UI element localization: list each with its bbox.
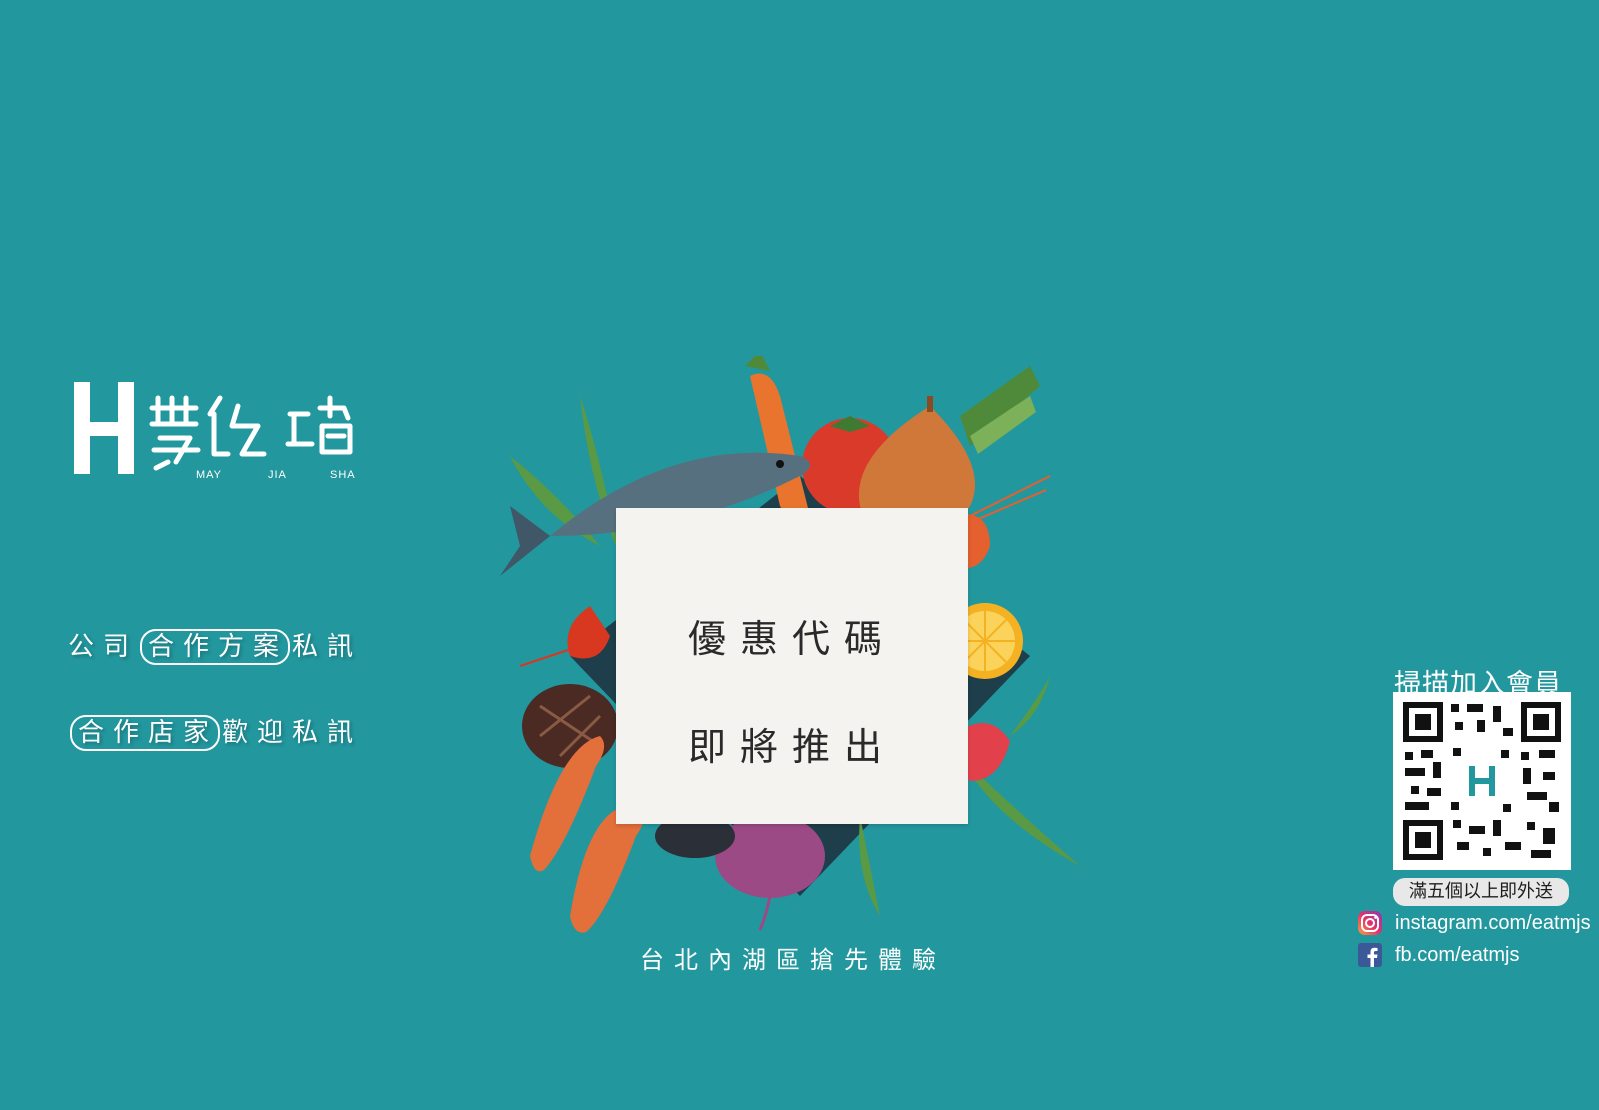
logo-roman-jia: JIA bbox=[268, 469, 287, 481]
promo-boxed-label: 合作方案 bbox=[140, 629, 291, 665]
promo-boxed-label: 合作店家 bbox=[70, 715, 221, 751]
qr-delivery-note: 滿五個以上即外送 bbox=[1393, 878, 1569, 906]
instagram-link[interactable]: instagram.com/eatmjs bbox=[1357, 910, 1591, 936]
qr-code[interactable] bbox=[1393, 692, 1571, 870]
facebook-link[interactable]: fb.com/eatmjs bbox=[1357, 942, 1519, 968]
bread-icon bbox=[522, 684, 618, 768]
logo-roman-may: MAY bbox=[196, 469, 222, 481]
instagram-url: instagram.com/eatmjs bbox=[1395, 911, 1591, 934]
instagram-icon bbox=[1358, 911, 1382, 935]
facebook-url: fb.com/eatmjs bbox=[1395, 943, 1520, 966]
brand-logo: MAY JIA SHA bbox=[74, 382, 356, 481]
tagline: 台北內湖區搶先體驗 bbox=[640, 946, 946, 974]
logo-roman-sha: SHA bbox=[330, 469, 356, 481]
promo-suffix: 歡迎私訊 bbox=[222, 718, 363, 748]
coupon-card: 優惠代碼 即將推出 bbox=[616, 508, 968, 824]
facebook-icon bbox=[1358, 943, 1382, 967]
promo-suffix: 私訊 bbox=[292, 632, 363, 662]
leek-icon bbox=[960, 366, 1040, 454]
promo-partner-stores: 合作店家 歡迎私訊 bbox=[68, 712, 362, 751]
logo-h-icon bbox=[74, 382, 134, 474]
coupon-code-label: 優惠代碼 bbox=[687, 617, 896, 661]
promo-company-partnership: 公司 合作方案 私訊 bbox=[68, 626, 362, 665]
coming-soon-label: 即將推出 bbox=[687, 725, 896, 769]
logo-wordmark bbox=[149, 395, 353, 471]
promo-prefix: 公司 bbox=[68, 632, 139, 662]
